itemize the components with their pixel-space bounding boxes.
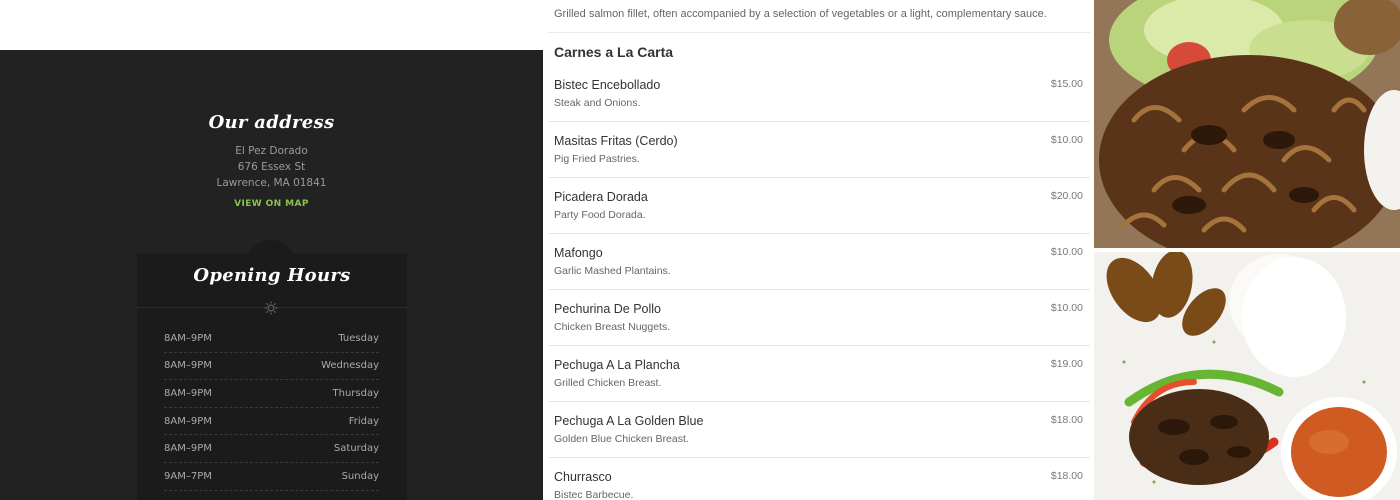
previous-item-description: Grilled salmon fillet, often accompanied… <box>554 8 1047 20</box>
hours-day: Tuesday <box>338 332 379 344</box>
address-line-name: El Pez Dorado <box>235 145 308 157</box>
menu-item-name: Pechurina De Pollo <box>554 302 662 316</box>
hours-day: Saturday <box>333 443 379 455</box>
menu-item-price: $15.00 <box>1050 78 1083 90</box>
menu-item-name: Pechuga A La Plancha <box>554 358 680 372</box>
hours-row: 8AM–9PM Tuesday <box>164 325 379 353</box>
address-lines: El Pez Dorado 676 Essex St Lawrence, MA … <box>0 143 543 191</box>
hours-time: 8AM–9PM <box>164 332 212 344</box>
hours-day: Thursday <box>332 387 380 399</box>
hours-row: 8AM–9PM Saturday <box>164 435 379 463</box>
hours-time: 8AM–9PM <box>164 360 212 372</box>
address-block: Our address El Pez Dorado 676 Essex St L… <box>0 112 543 211</box>
menu-item-name: Mafongo <box>554 246 603 260</box>
hours-time: 8AM–9PM <box>164 415 212 427</box>
menu-item: Masitas Fritas (Cerdo) Pig Fried Pastrie… <box>548 122 1090 178</box>
menu-item-price: $10.00 <box>1050 246 1083 258</box>
hours-row: 8AM–9PM Wednesday <box>164 353 379 381</box>
menu-item: Bistec Encebollado Steak and Onions. $15… <box>548 66 1090 122</box>
menu-item-description: Bistec Barbecue. <box>554 489 634 500</box>
menu-item-price: $10.00 <box>1050 302 1083 314</box>
opening-hours-heading: Opening Hours <box>137 265 407 286</box>
menu-item-description: Garlic Mashed Plantains. <box>554 265 671 277</box>
menu-category-title: Carnes a La Carta <box>554 44 674 60</box>
address-title: Our address <box>208 112 335 133</box>
menu-item-description: Pig Fried Pastries. <box>554 153 640 165</box>
hours-row: 9AM–7PM Sunday <box>164 463 379 491</box>
menu-item-description: Golden Blue Chicken Breast. <box>554 433 689 445</box>
hours-day: Sunday <box>341 470 379 482</box>
menu-item-name: Pechuga A La Golden Blue <box>554 414 704 428</box>
menu-section: Grilled salmon fillet, often accompanied… <box>543 0 1094 500</box>
sun-icon <box>264 301 278 315</box>
menu-item-description: Steak and Onions. <box>554 97 641 109</box>
menu-item-price: $19.00 <box>1050 358 1083 370</box>
hours-list: 8AM–9PM Tuesday 8AM–9PM Wednesday 8AM–9P… <box>164 325 379 491</box>
view-on-map-link[interactable]: VIEW ON MAP <box>234 199 309 209</box>
menu-item: Pechuga A La Golden Blue Golden Blue Chi… <box>548 402 1090 458</box>
menu-item: Pechuga A La Plancha Grilled Chicken Bre… <box>548 346 1090 402</box>
hours-row: 8AM–9PM Thursday <box>164 380 379 408</box>
menu-item-description: Chicken Breast Nuggets. <box>554 321 671 333</box>
address-line-city: Lawrence, MA 01841 <box>216 177 327 189</box>
hours-row: 8AM–9PM Friday <box>164 408 379 436</box>
menu-item-price: $18.00 <box>1050 470 1083 482</box>
address-line-street: 676 Essex St <box>237 161 306 173</box>
menu-item-price: $10.00 <box>1050 134 1083 146</box>
menu-item: Pechurina De Pollo Chicken Breast Nugget… <box>548 290 1090 346</box>
menu-item-name: Picadera Dorada <box>554 190 648 204</box>
menu-item-price: $18.00 <box>1050 414 1083 426</box>
steak-onions-photo <box>1094 0 1400 248</box>
menu-item-name: Masitas Fritas (Cerdo) <box>554 134 678 148</box>
menu-item: Churrasco Bistec Barbecue. $18.00 <box>548 458 1090 500</box>
menu-item-description: Grilled Chicken Breast. <box>554 377 662 389</box>
opening-hours-title: Opening Hours <box>193 265 351 286</box>
menu-item-name: Churrasco <box>554 470 612 484</box>
menu-item: Picadera Dorada Party Food Dorada. $20.0… <box>548 178 1090 234</box>
plantain-rice-photo <box>1094 252 1400 500</box>
hours-day: Friday <box>348 415 379 427</box>
hours-time: 9AM–7PM <box>164 470 212 482</box>
menu-item-list: Bistec Encebollado Steak and Onions. $15… <box>548 66 1090 500</box>
hours-time: 8AM–9PM <box>164 387 212 399</box>
menu-item: Mafongo Garlic Mashed Plantains. $10.00 <box>548 234 1090 290</box>
menu-item-name: Bistec Encebollado <box>554 78 661 92</box>
menu-item-description: Party Food Dorada. <box>554 209 646 221</box>
menu-divider <box>548 32 1090 33</box>
menu-item-price: $20.00 <box>1050 190 1083 202</box>
hours-day: Wednesday <box>321 360 379 372</box>
left-top-spacer <box>0 0 543 50</box>
hours-time: 8AM–9PM <box>164 443 212 455</box>
